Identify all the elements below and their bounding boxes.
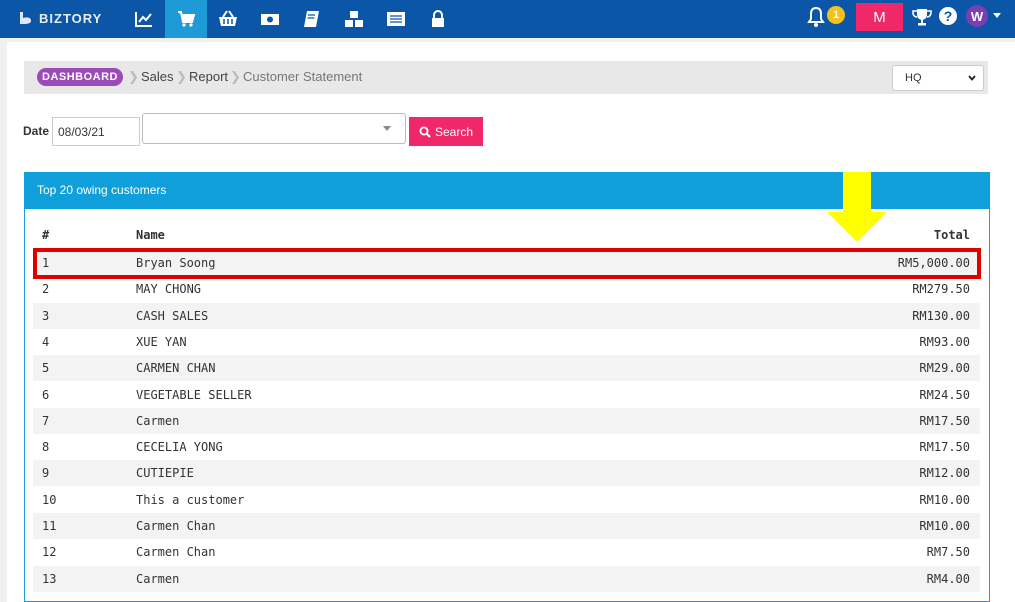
logo-icon (20, 12, 31, 24)
brand-logo[interactable]: BIZTORY (18, 8, 102, 28)
chart-icon (135, 12, 152, 27)
customer-name: Carmen (136, 572, 180, 586)
row-number: 2 (42, 282, 50, 296)
customer-name: CASH SALES (136, 309, 209, 323)
row-number: 4 (42, 335, 50, 349)
owing-total: RM130.00 (912, 309, 970, 323)
breadcrumb-sales[interactable]: Sales (141, 69, 174, 84)
chevron-right-icon: ❯ (128, 69, 139, 84)
row-number: 9 (42, 466, 50, 480)
boxes-icon (345, 11, 363, 27)
table-row: 4 XUE YAN RM93.00 (33, 329, 980, 355)
table-row: 5 CARMEN CHAN RM29.00 (33, 355, 980, 381)
owing-total: RM7.50 (926, 545, 970, 559)
customer-name: CECELIA YONG (136, 440, 223, 454)
chevron-down-icon (383, 126, 391, 131)
notification-badge: 1 (827, 6, 845, 24)
nav-lock[interactable] (417, 0, 459, 38)
breadcrumb-customer-statement: Customer Statement (243, 69, 363, 84)
money-icon (261, 14, 279, 25)
owing-total: RM4.00 (926, 572, 970, 586)
trophy-icon[interactable] (911, 6, 933, 28)
customer-name: This a customer (136, 493, 245, 507)
table-row: 13 Carmen RM4.00 (33, 566, 980, 592)
search-button-label: Search (434, 124, 474, 139)
table-row: 11 Carmen Chan RM10.00 (33, 513, 980, 539)
lock-icon (432, 10, 444, 27)
customer-name: CARMEN CHAN (136, 361, 216, 375)
customer-name: Carmen (136, 414, 180, 428)
owing-total: RM279.50 (912, 282, 970, 296)
customer-name: XUE YAN (136, 335, 187, 349)
owing-total: RM10.00 (919, 519, 970, 533)
owing-total: RM12.00 (919, 466, 970, 480)
list-icon (387, 12, 405, 26)
owing-total: RM17.50 (919, 414, 970, 428)
book-icon (304, 11, 319, 27)
bell-icon[interactable] (804, 5, 828, 29)
table-row: 9 CUTIEPIE RM12.00 (33, 460, 980, 486)
basket-icon (219, 10, 237, 26)
row-number: 7 (42, 414, 50, 428)
row-number: 12 (42, 545, 57, 559)
row-number: 10 (42, 493, 57, 507)
breadcrumb-dashboard[interactable]: DASHBOARD (37, 68, 123, 86)
nav-chart[interactable] (123, 0, 165, 38)
customer-name: Carmen Chan (136, 545, 216, 559)
customer-name: MAY CHONG (136, 282, 202, 296)
top-navbar: BIZTORY 1 M ? W (0, 0, 1015, 38)
owing-total: RM17.50 (919, 440, 970, 454)
owing-total: RM29.00 (919, 361, 970, 375)
customer-name: CUTIEPIE (136, 466, 194, 480)
table-row: 12 Carmen Chan RM7.50 (33, 539, 980, 565)
column-header-number: # (42, 228, 50, 242)
date-label: Date (23, 124, 50, 138)
table-row: 2 MAY CHONG RM279.50 (33, 276, 980, 302)
nav-sales[interactable] (165, 0, 207, 38)
row-number: 3 (42, 309, 50, 323)
nav-book[interactable] (291, 0, 333, 38)
customer-select[interactable] (142, 113, 406, 144)
customer-name: Carmen Chan (136, 519, 216, 533)
column-header-name: Name (136, 228, 165, 242)
avatar[interactable]: W (966, 5, 988, 27)
row-number: 8 (42, 440, 50, 454)
row-number: 11 (42, 519, 57, 533)
m-button[interactable]: M (856, 3, 903, 31)
customer-name: VEGETABLE SELLER (136, 388, 252, 402)
row-number: 6 (42, 388, 50, 402)
table-row: 10 This a customer RM10.00 (33, 487, 980, 513)
nav-list[interactable] (375, 0, 417, 38)
row-number: 13 (42, 572, 57, 586)
table-row: 6 VEGETABLE SELLER RM24.50 (33, 382, 980, 408)
owing-total: RM10.00 (919, 493, 970, 507)
breadcrumb-report[interactable]: Report (189, 69, 228, 84)
arrow-down-icon (827, 172, 886, 242)
nav-inventory[interactable] (333, 0, 375, 38)
table-row: 3 CASH SALES RM130.00 (33, 303, 980, 329)
highlight-box (33, 248, 981, 279)
help-icon[interactable]: ? (939, 7, 957, 25)
nav-purchase[interactable] (207, 0, 249, 38)
cart-icon (178, 11, 196, 27)
table-row: 8 CECELIA YONG RM17.50 (33, 434, 980, 460)
owing-total: RM24.50 (919, 388, 970, 402)
owing-total: RM93.00 (919, 335, 970, 349)
date-field[interactable]: 08/03/21 (52, 117, 140, 146)
row-number: 5 (42, 361, 50, 375)
column-header-total: Total (933, 228, 970, 242)
chevron-down-icon[interactable] (993, 13, 1001, 18)
chevron-right-icon: ❯ (230, 69, 241, 84)
brand-name: BIZTORY (39, 10, 103, 26)
nav-money[interactable] (249, 0, 291, 38)
search-button[interactable]: Search (409, 117, 483, 146)
chevron-right-icon: ❯ (176, 69, 187, 84)
search-icon (419, 126, 431, 138)
chevron-down-icon (968, 75, 976, 81)
table-row: 7 Carmen RM17.50 (33, 408, 980, 434)
